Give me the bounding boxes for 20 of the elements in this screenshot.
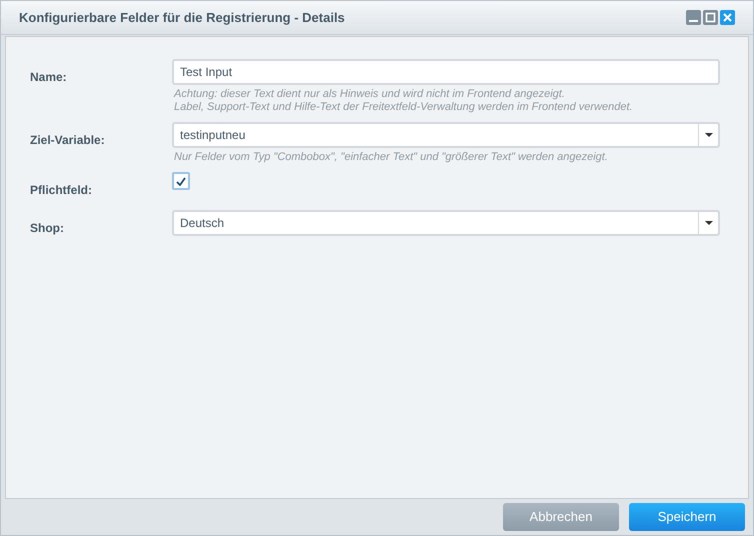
help-text: Label, Support-Text und Hilfe-Text der Freitextfeld-Verwaltung werden im Frontend verwendet.: [174, 101, 634, 114]
field-label: Shop:: [30, 221, 64, 235]
maximize-icon[interactable]: [703, 10, 718, 25]
checkbox[interactable]: [172, 172, 190, 190]
caret-icon: [704, 221, 712, 225]
dropdown-field[interactable]: testinputneu: [172, 122, 720, 148]
check-icon: [176, 176, 186, 186]
help-text: Nur Felder vom Typ "Combobox", "einfacher Text" und "größerer Text" werden angezeigt.: [174, 151, 609, 164]
close-icon[interactable]: [720, 10, 735, 25]
name-field[interactable]: Test Input: [172, 59, 720, 85]
caret-icon: [704, 133, 712, 137]
field-label: Name:: [30, 70, 67, 84]
field-value: testinputneu: [179, 127, 246, 144]
minimize-icon[interactable]: [686, 10, 701, 25]
field-value: Deutsch: [179, 215, 226, 232]
field-label: Pflichtfeld:: [30, 183, 92, 197]
field-label: Ziel-Variable:: [30, 133, 105, 147]
help-text: Achtung: dieser Text dient nur als Hinweis und wird nicht im Frontend angezeigt.: [174, 88, 566, 101]
dropdown-field[interactable]: Deutsch: [172, 210, 720, 236]
window-title: Konfigurierbare Felder für die Registrierung - Details: [19, 8, 346, 27]
